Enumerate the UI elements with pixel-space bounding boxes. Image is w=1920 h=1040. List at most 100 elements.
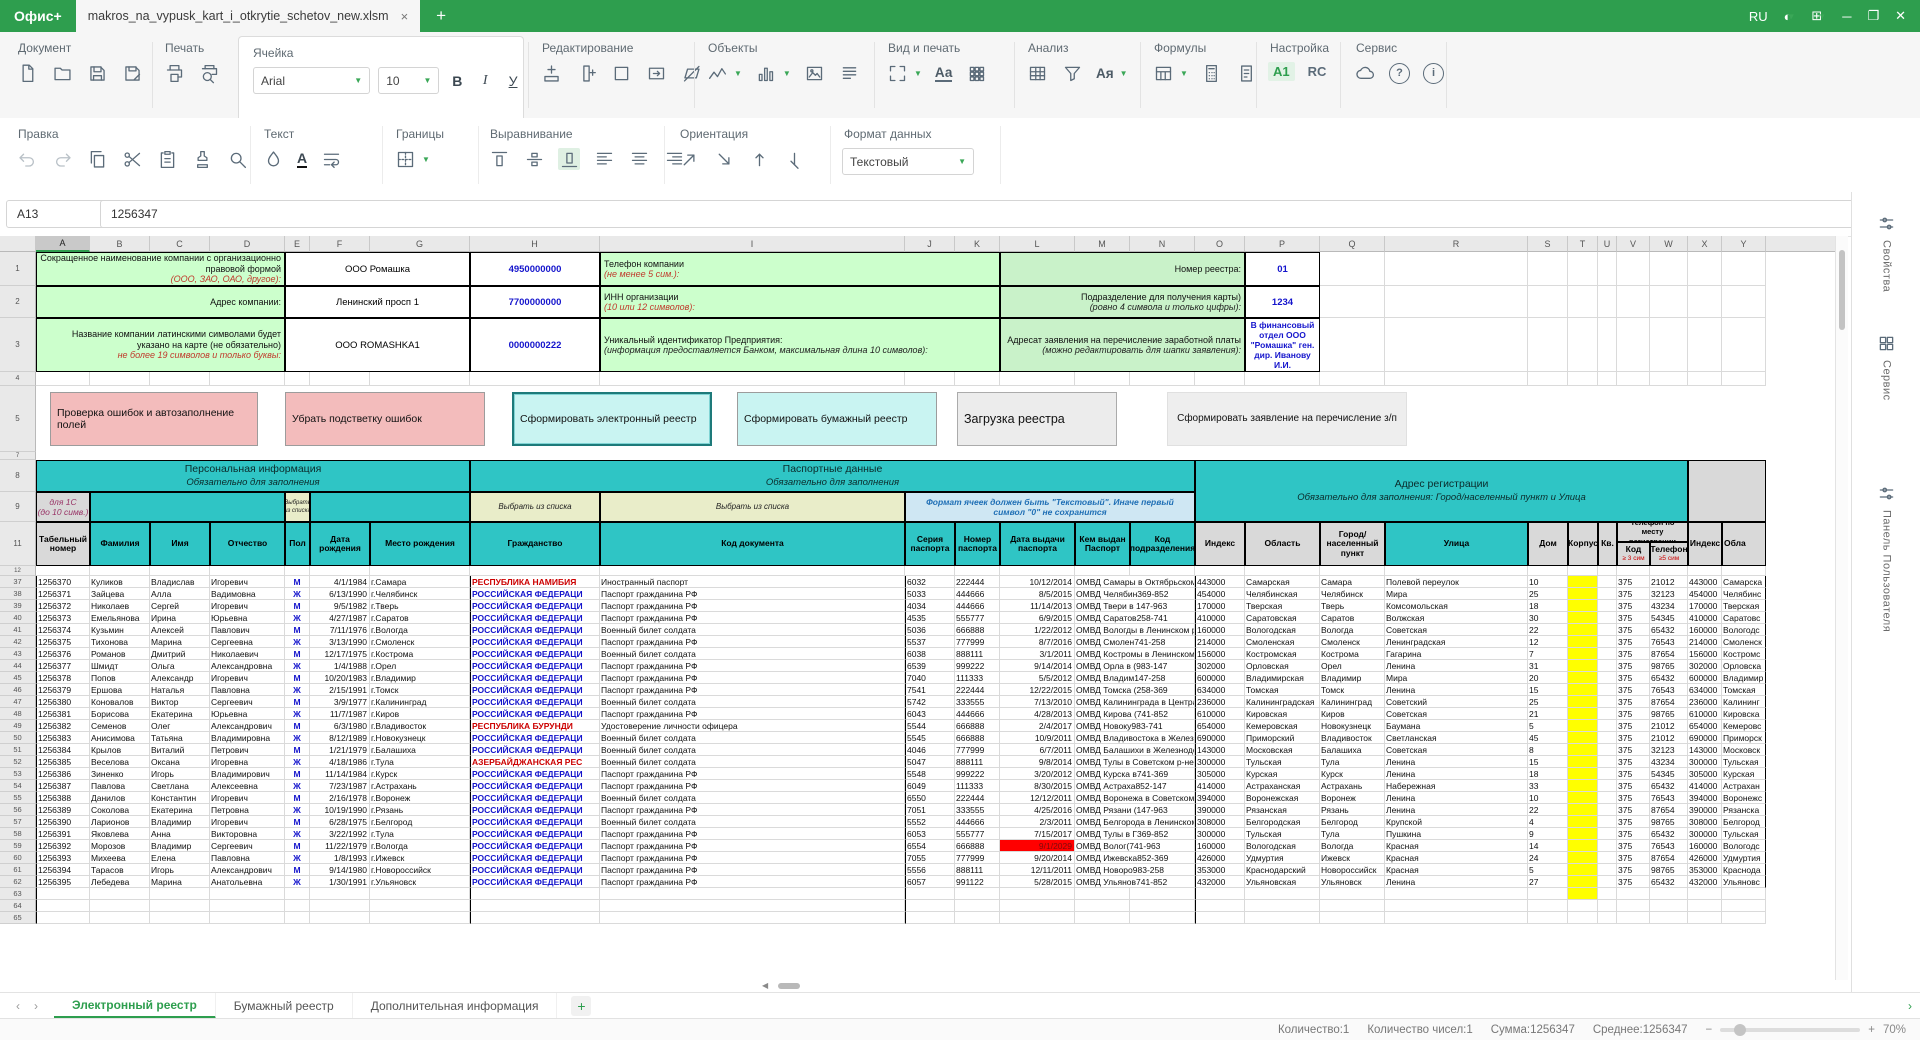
cell-D54[interactable]: Алексеевна [210, 780, 285, 792]
cell-L48[interactable]: 4/28/2013 [1000, 708, 1075, 720]
cell-W42[interactable]: 76543 [1650, 636, 1688, 648]
cell-T39[interactable] [1568, 600, 1598, 612]
cell-O48[interactable]: 610000 [1195, 708, 1245, 720]
search-icon[interactable] [226, 148, 248, 170]
cell-D61[interactable]: Александрович [210, 864, 285, 876]
cell-B49[interactable]: Семенов [90, 720, 150, 732]
empty-cell[interactable] [1598, 566, 1617, 576]
cell-M55[interactable]: ОМВД Воронежа в Советском р [1075, 792, 1195, 804]
empty-cell[interactable] [1617, 286, 1650, 318]
close-tab-icon[interactable]: × [401, 9, 409, 24]
empty-cell[interactable] [1617, 566, 1650, 576]
cell-U41[interactable] [1598, 624, 1617, 636]
cell-H48[interactable]: РОССИЙСКАЯ ФЕДЕРАЦИ [470, 708, 600, 720]
cell-D46[interactable]: Павловна [210, 684, 285, 696]
cell-I54[interactable]: Паспорт гражданина РФ [600, 780, 905, 792]
cell-J53[interactable]: 5548 [905, 768, 955, 780]
cell-C37[interactable]: Владислав [150, 576, 210, 588]
cell-R59[interactable]: Красная [1385, 840, 1528, 852]
headings-button[interactable]: Аа [935, 65, 952, 82]
empty-cell[interactable] [1598, 372, 1617, 386]
cell-K43[interactable]: 888111 [955, 648, 1000, 660]
cloud-icon[interactable] [1354, 62, 1376, 84]
cell-F49[interactable]: 6/3/1980 [310, 720, 370, 732]
empty-cell[interactable] [1688, 286, 1722, 318]
cell-K52[interactable]: 888111 [955, 756, 1000, 768]
cell-E53[interactable]: М [285, 768, 310, 780]
cell-G43[interactable]: г.Кострома [370, 648, 470, 660]
empty-cell-I63[interactable] [600, 888, 905, 900]
cell-U48[interactable] [1598, 708, 1617, 720]
cell-A40[interactable]: 1256373 [36, 612, 90, 624]
row-header-41[interactable]: 41 [0, 624, 36, 636]
insert-image-icon[interactable] [804, 62, 826, 84]
cell-Y44[interactable]: Орловска [1722, 660, 1766, 672]
cell-T49[interactable] [1568, 720, 1598, 732]
cell-H42[interactable]: РОССИЙСКАЯ ФЕДЕРАЦИ [470, 636, 600, 648]
empty-cell[interactable] [1688, 318, 1722, 372]
cell-H50[interactable]: РОССИЙСКАЯ ФЕДЕРАЦИ [470, 732, 600, 744]
row-header-9[interactable]: 9 [0, 492, 36, 522]
cell-P60[interactable]: Удмуртия [1245, 852, 1320, 864]
empty-cell-Q64[interactable] [1320, 900, 1385, 912]
empty-cell[interactable] [1568, 252, 1598, 286]
cell-C51[interactable]: Виталий [150, 744, 210, 756]
cell-B46[interactable]: Ершова [90, 684, 150, 696]
empty-cell-C64[interactable] [150, 900, 210, 912]
panel-collapse-icon[interactable]: › [1908, 993, 1920, 1019]
row-header-54[interactable]: 54 [0, 780, 36, 792]
cell-V60[interactable]: 375 [1617, 852, 1650, 864]
row-header-44[interactable]: 44 [0, 660, 36, 672]
company-value3-3[interactable]: В финансовый отдел ООО "Ромашка" ген. ди… [1245, 318, 1320, 372]
cell-U38[interactable] [1598, 588, 1617, 600]
cell-C60[interactable]: Елена [150, 852, 210, 864]
cell-J44[interactable]: 6539 [905, 660, 955, 672]
empty-cell-O63[interactable] [1195, 888, 1245, 900]
cell-R60[interactable]: Красная [1385, 852, 1528, 864]
empty-cell[interactable] [1598, 318, 1617, 372]
empty-cell[interactable] [1688, 372, 1722, 386]
empty-cell-Y64[interactable] [1722, 900, 1766, 912]
cell-D47[interactable]: Сергеевич [210, 696, 285, 708]
cell-I45[interactable]: Паспорт гражданина РФ [600, 672, 905, 684]
empty-cell[interactable] [1617, 318, 1650, 372]
cell-R58[interactable]: Пушкина [1385, 828, 1528, 840]
cell-R56[interactable]: Ленина [1385, 804, 1528, 816]
row-header-58[interactable]: 58 [0, 828, 36, 840]
cell-Y45[interactable]: Владимир [1722, 672, 1766, 684]
cell-Y54[interactable]: Астрахан [1722, 780, 1766, 792]
empty-cell-O65[interactable] [1195, 912, 1245, 924]
cell-V47[interactable]: 375 [1617, 696, 1650, 708]
cell-W54[interactable]: 65432 [1650, 780, 1688, 792]
empty-cell-J65[interactable] [905, 912, 955, 924]
empty-cell[interactable] [1650, 566, 1688, 576]
sheet-next-icon[interactable]: › [34, 999, 38, 1013]
cell-D58[interactable]: Викторовна [210, 828, 285, 840]
cell-A37[interactable]: 1256370 [36, 576, 90, 588]
scale-view-icon[interactable] [886, 62, 908, 84]
italic-button[interactable]: I [475, 73, 495, 89]
cell-X57[interactable]: 308000 [1688, 816, 1722, 828]
empty-cell-N65[interactable] [1130, 912, 1195, 924]
cell-V53[interactable]: 375 [1617, 768, 1650, 780]
cell-S62[interactable]: 27 [1528, 876, 1568, 888]
panel-tab-service-icon[interactable] [1875, 332, 1897, 354]
cell-R52[interactable]: Ленина [1385, 756, 1528, 768]
cell-K55[interactable]: 222444 [955, 792, 1000, 804]
empty-cell[interactable] [1320, 372, 1385, 386]
cell-Y56[interactable]: Рязанска [1722, 804, 1766, 816]
cell-X50[interactable]: 690000 [1688, 732, 1722, 744]
text-diagonal-up-icon[interactable] [678, 148, 700, 170]
empty-cell-B63[interactable] [90, 888, 150, 900]
row-header-47[interactable]: 47 [0, 696, 36, 708]
cell-D37[interactable]: Игоревич [210, 576, 285, 588]
empty-cell-S63[interactable] [1528, 888, 1568, 900]
merge-cells-icon[interactable] [645, 62, 667, 84]
cell-X61[interactable]: 353000 [1688, 864, 1722, 876]
empty-cell[interactable] [1650, 318, 1688, 372]
cell-H51[interactable]: РОССИЙСКАЯ ФЕДЕРАЦИ [470, 744, 600, 756]
cell-I60[interactable]: Паспорт гражданина РФ [600, 852, 905, 864]
cell-B56[interactable]: Соколова [90, 804, 150, 816]
cell-C45[interactable]: Александр [150, 672, 210, 684]
cell-H57[interactable]: РОССИЙСКАЯ ФЕДЕРАЦИ [470, 816, 600, 828]
